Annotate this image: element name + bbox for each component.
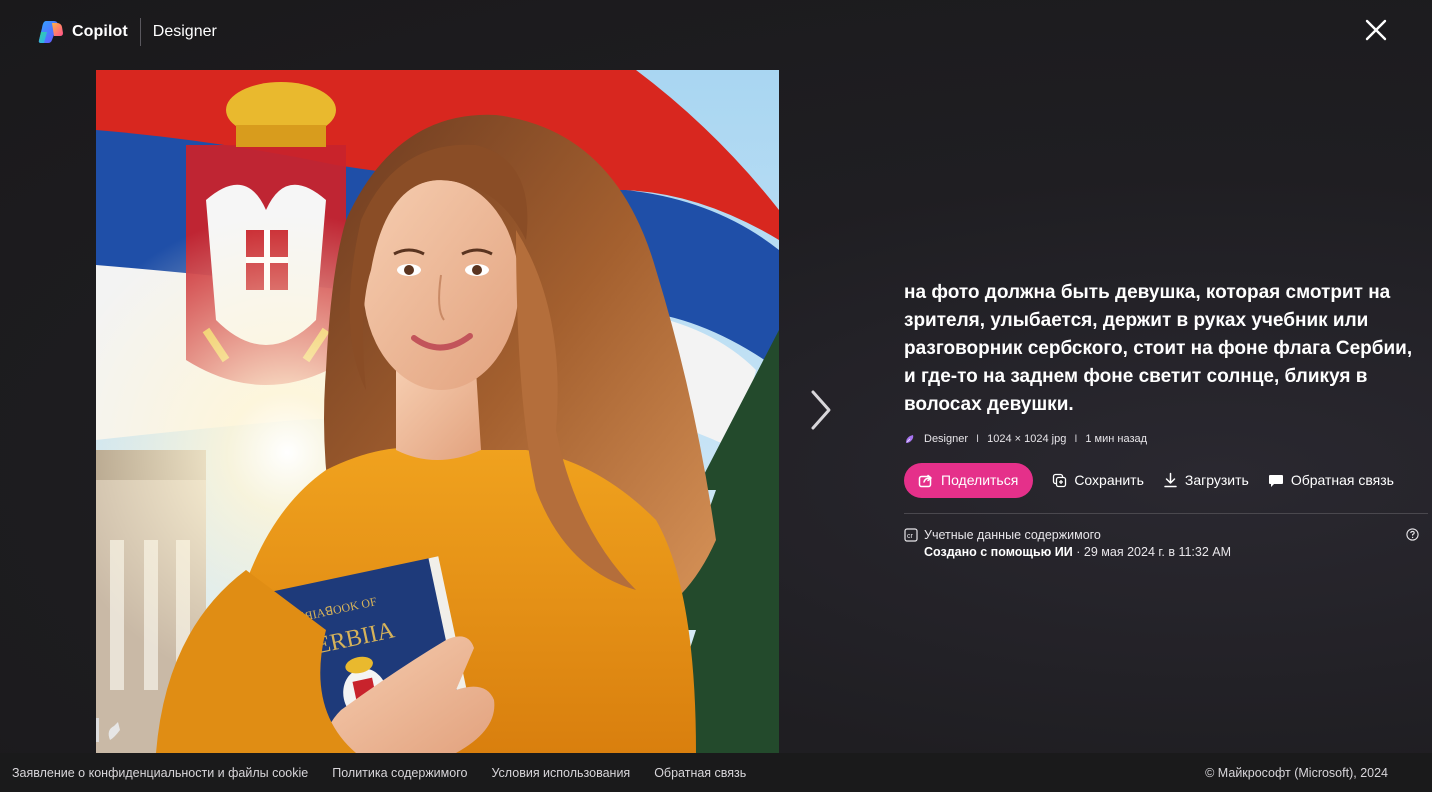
designer-icon (906, 435, 914, 443)
footer-link-terms[interactable]: Условия использования (491, 766, 630, 780)
feedback-button[interactable]: Обратная связь (1268, 472, 1394, 488)
footer-link-privacy[interactable]: Заявление о конфиденциальности и файлы c… (12, 766, 308, 780)
share-icon (918, 474, 932, 487)
help-icon[interactable] (1406, 528, 1419, 541)
download-button[interactable]: Загрузить (1163, 472, 1249, 488)
footer-links: Заявление о конфиденциальности и файлы c… (12, 766, 770, 780)
image-meta: Designer I 1024 × 1024 jpg I 1 мин назад (904, 433, 1424, 445)
divider (904, 513, 1428, 514)
meta-source: Designer (924, 433, 969, 445)
save-label: Сохранить (1074, 472, 1144, 488)
brand-name: Copilot (72, 23, 128, 40)
header: Copilot Designer (0, 0, 1432, 62)
save-button[interactable]: Сохранить (1052, 472, 1144, 488)
details-panel: на фото должна быть девушка, которая смо… (904, 279, 1428, 559)
content-credentials: cr Учетные данные содержимого Создано с … (904, 528, 1424, 559)
credentials-created: Создано с помощью ИИ (924, 545, 1073, 559)
meta-dimensions: 1024 × 1024 jpg (987, 433, 1067, 445)
meta-separator: I (976, 433, 980, 445)
content-credentials-icon: cr (904, 528, 918, 542)
designer-viewer: Copilot Designer ꟼЯIAꓭOOK OF SERBIIA на … (0, 0, 1432, 792)
copyright: © Майкрософт (Microsoft), 2024 (1205, 765, 1388, 780)
action-bar: Поделиться Сохранить Загрузить Обратная … (904, 462, 1424, 498)
brand-separator (139, 18, 141, 46)
generated-image[interactable]: ꟼЯIAꓭOOK OF SERBIIA (96, 70, 779, 753)
svg-text:cr: cr (907, 533, 914, 540)
next-image-chevron-icon[interactable] (804, 388, 836, 432)
generated-image-illustration: ꟼЯIAꓭOOK OF SERBIIA (96, 70, 779, 753)
download-label: Загрузить (1184, 472, 1249, 488)
prompt-text: на фото должна быть девушка, которая смо… (904, 282, 1413, 415)
share-button[interactable]: Поделиться (904, 462, 1034, 498)
brand[interactable]: Copilot Designer (38, 18, 217, 46)
footer: Заявление о конфиденциальности и файлы c… (0, 753, 1432, 792)
footer-link-feedback[interactable]: Обратная связь (654, 766, 746, 780)
save-collection-icon (1053, 473, 1067, 487)
credentials-title: Учетные данные содержимого (924, 528, 1101, 542)
feedback-icon (1268, 474, 1283, 487)
download-icon (1164, 472, 1177, 488)
feedback-label: Обратная связь (1290, 472, 1394, 488)
meta-time: 1 мин назад (1085, 433, 1148, 445)
meta-separator: I (1074, 433, 1078, 445)
close-icon[interactable] (1362, 16, 1390, 44)
footer-link-content-policy[interactable]: Политика содержимого (332, 766, 467, 780)
share-label: Поделиться (941, 472, 1019, 488)
copilot-logo-icon (38, 21, 63, 43)
product-name: Designer (152, 23, 217, 40)
credentials-date: 29 мая 2024 г. в 11:32 AM (1083, 545, 1232, 559)
credentials-dot: · (1076, 545, 1081, 559)
